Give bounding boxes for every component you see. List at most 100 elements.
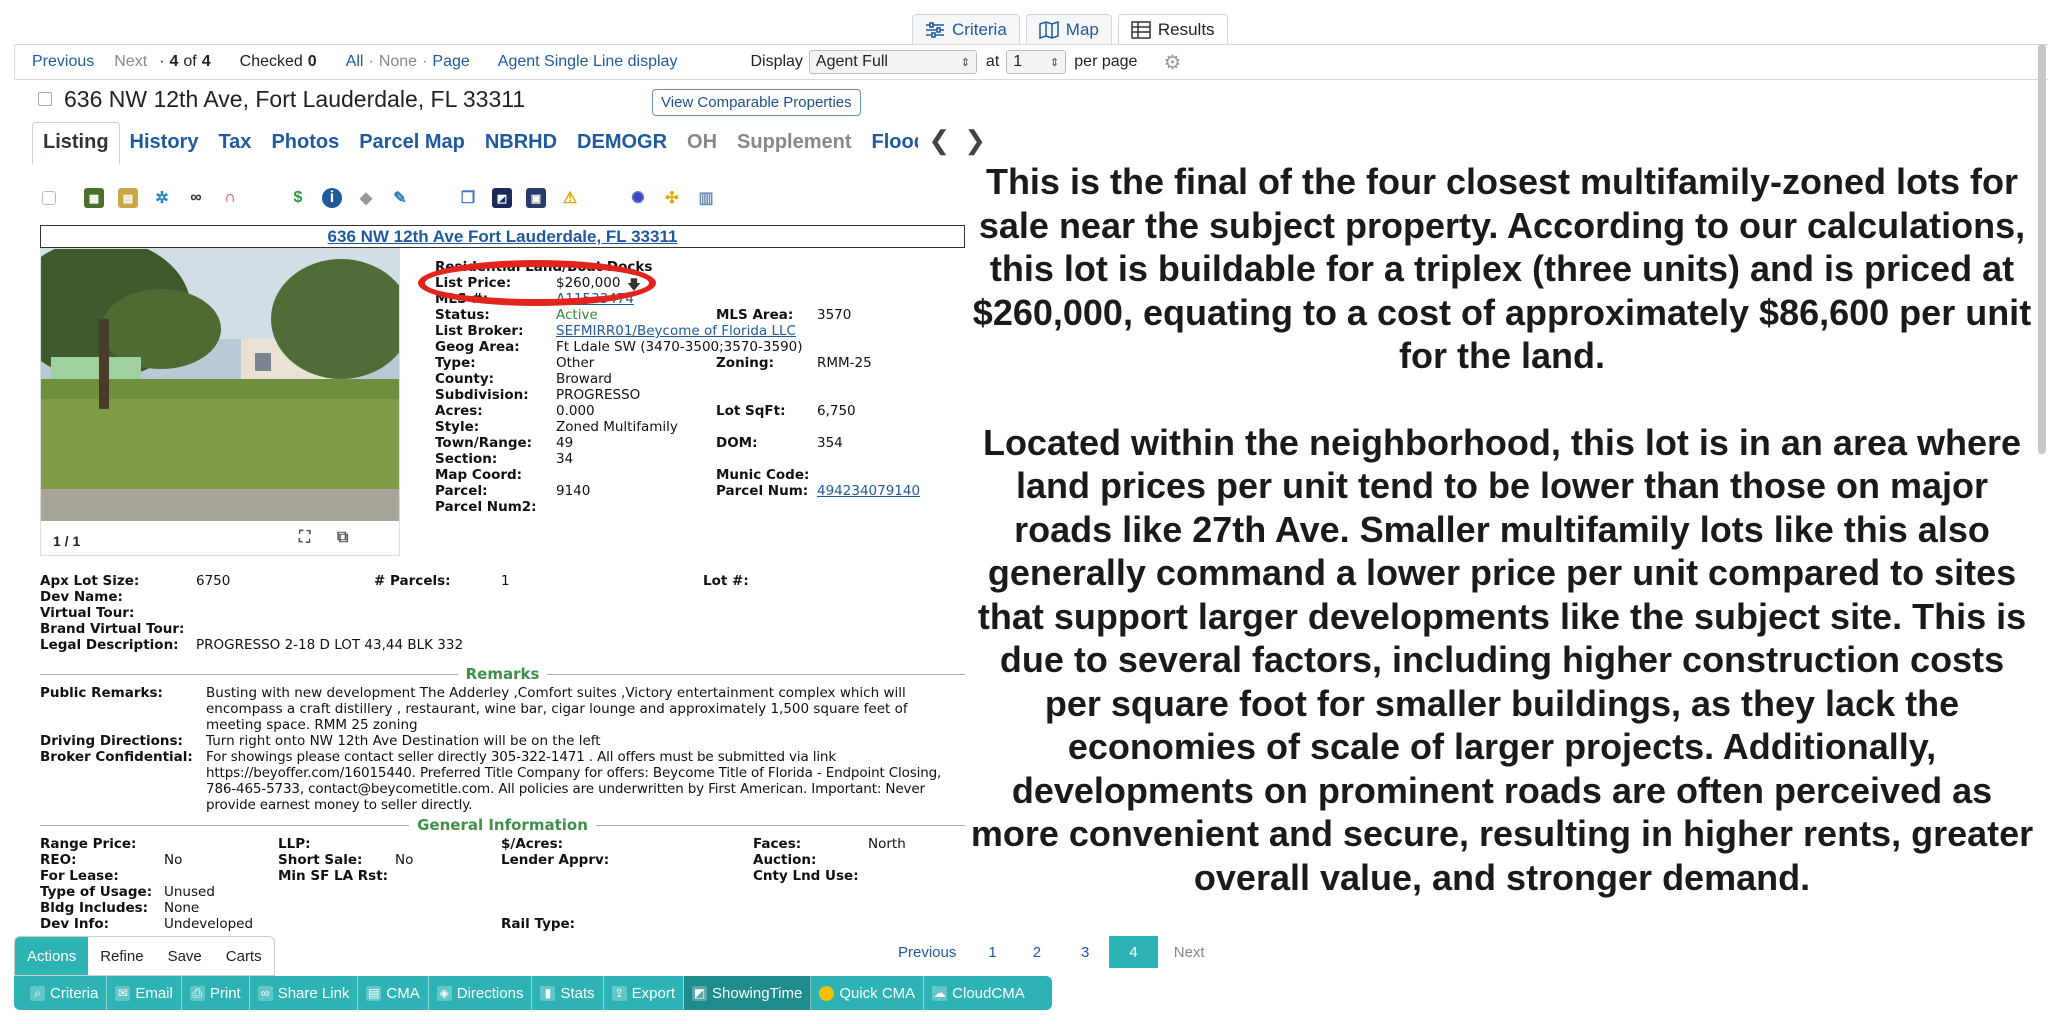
document-icon: ▤ <box>366 985 382 1001</box>
glasses-icon[interactable]: ∞ <box>186 188 206 208</box>
dom-value: 354 <box>817 435 843 451</box>
tab-flood-map[interactable]: Flood Ma <box>862 131 919 164</box>
chart-icon[interactable]: ◩ <box>492 188 512 208</box>
pager-page-4[interactable]: 4 <box>1109 936 1158 968</box>
mls-area-label: MLS Area: <box>716 307 794 323</box>
tab-criteria[interactable]: Criteria <box>912 14 1020 44</box>
tab-map[interactable]: Map <box>1025 14 1112 44</box>
share-link-action-button[interactable]: ∞ Share Link <box>250 976 359 1010</box>
zoning-value: RMM-25 <box>817 355 872 371</box>
stats-action-button[interactable]: ▮ Stats <box>532 976 604 1010</box>
previous-link[interactable]: Previous <box>32 53 94 71</box>
property-checkbox[interactable] <box>38 92 52 106</box>
pager-page-1[interactable]: 1 <box>972 936 1012 968</box>
dollar-icon[interactable]: $ <box>288 188 308 208</box>
select-page-link[interactable]: Page <box>432 53 469 71</box>
email-action-button[interactable]: ✉ Email <box>107 976 182 1010</box>
tab-parcel-map[interactable]: Parcel Map <box>349 131 475 164</box>
select-none-link[interactable]: None <box>379 53 417 71</box>
export-icon: ⇪ <box>611 985 627 1001</box>
tab-criteria-label: Criteria <box>952 19 1007 39</box>
tabs-prev-arrow-icon[interactable]: ❮ <box>918 125 960 164</box>
fullscreen-icon[interactable]: ⛶ <box>299 529 310 547</box>
tab-supplement[interactable]: Supplement <box>727 131 861 164</box>
tab-refine[interactable]: Refine <box>88 937 155 975</box>
tab-demogr[interactable]: DEMOGR <box>567 131 677 164</box>
pager-page-2[interactable]: 2 <box>1013 936 1061 968</box>
checked-label: Checked <box>239 53 303 70</box>
gallery-icon[interactable]: ▤ <box>118 188 138 208</box>
calendar-icon[interactable]: ▣ <box>526 188 546 208</box>
share-icon[interactable]: ✣ <box>662 188 682 208</box>
parcel-num-link[interactable]: 494234079140 <box>817 483 920 499</box>
next-link[interactable]: Next <box>114 53 147 71</box>
list-broker-label: List Broker: <box>435 323 524 339</box>
general-info-heading: General Information <box>40 815 966 835</box>
cloud-icon: ☁ <box>932 985 948 1001</box>
pager-page-3[interactable]: 3 <box>1061 936 1109 968</box>
share-link-action-label: Share Link <box>277 984 350 1002</box>
select-all-link[interactable]: All <box>346 53 364 71</box>
copy-icon[interactable]: ❐ <box>458 188 478 208</box>
settings-icon[interactable]: ✲ <box>152 188 172 208</box>
view-comparable-button[interactable]: View Comparable Properties <box>652 89 861 116</box>
pager-next[interactable]: Next <box>1158 936 1221 968</box>
tab-results[interactable]: Results <box>1117 14 1228 44</box>
tab-save[interactable]: Save <box>156 937 214 975</box>
cma-action-label: CMA <box>386 984 420 1002</box>
photo-icon[interactable]: ▦ <box>84 188 104 208</box>
quick-cma-action-button[interactable]: Quick CMA <box>811 976 925 1010</box>
showingtime-action-button[interactable]: ◩ ShowingTime <box>684 976 812 1010</box>
select-checkbox[interactable] <box>42 191 56 205</box>
directions-action-button[interactable]: ◈ Directions <box>429 976 533 1010</box>
print-action-button[interactable]: ⎙ Print <box>182 976 250 1010</box>
export-action-button[interactable]: ⇪ Export <box>604 976 684 1010</box>
gear-icon[interactable]: ⚙ <box>1163 50 1181 75</box>
type-value: Other <box>556 355 595 371</box>
public-remarks-label: Public Remarks: <box>40 685 163 701</box>
tab-listing[interactable]: Listing <box>32 122 120 164</box>
for-lease-label: For Lease: <box>40 868 119 884</box>
print-icon: ⎙ <box>189 985 205 1001</box>
property-photo[interactable] <box>41 249 399 521</box>
pager-previous[interactable]: Previous <box>882 936 972 968</box>
cloudcma-action-label: CloudCMA <box>952 984 1025 1002</box>
list-broker-link[interactable]: SEFMIRR01/Beycome of Florida LLC <box>556 323 796 339</box>
building-icon[interactable]: ▥ <box>696 188 716 208</box>
page-scrollbar[interactable] <box>2038 44 2046 454</box>
remarks-heading-text: Remarks <box>465 665 540 683</box>
price-per-acre-label: $/Acres: <box>501 836 564 852</box>
cma-action-button[interactable]: ▤ CMA <box>358 976 429 1010</box>
town-range-label: Town/Range: <box>435 435 533 451</box>
tab-tax[interactable]: Tax <box>208 131 261 164</box>
style-value: Zoned Multifamily <box>556 419 678 435</box>
cloudcma-action-button[interactable]: ☁ CloudCMA <box>924 976 1033 1010</box>
agent-single-line-link[interactable]: Agent Single Line display <box>498 53 678 71</box>
tools-icon[interactable]: ✎ <box>390 188 410 208</box>
tab-nbrhd[interactable]: NBRHD <box>475 131 567 164</box>
display-select[interactable]: Agent Full ⇕ <box>808 50 977 74</box>
select-caret-icon: ⇕ <box>960 56 970 69</box>
tab-photos[interactable]: Photos <box>261 131 349 164</box>
magnet-icon[interactable]: ∩ <box>220 188 240 208</box>
per-page-select[interactable]: 1 ⇕ <box>1006 50 1067 74</box>
munic-code-label: Munic Code: <box>716 467 810 483</box>
section-value: 34 <box>556 451 574 467</box>
per-page-label: per page <box>1074 53 1138 70</box>
listing-title-link[interactable]: 636 NW 12th Ave Fort Lauderdale, FL 3331… <box>40 225 965 248</box>
copy-photo-icon[interactable]: ⧉ <box>337 529 348 547</box>
tab-oh[interactable]: OH <box>677 131 727 164</box>
photo-counter: 1 / 1 <box>53 533 81 549</box>
action-bar: ⌕ Criteria ✉ Email ⎙ Print ∞ Share Link ▤ CMA… <box>14 976 1052 1010</box>
tab-history[interactable]: History <box>120 131 209 164</box>
reo-label: REO: <box>40 852 77 868</box>
bldg-includes-value: None <box>164 900 200 916</box>
car-icon[interactable]: ◆ <box>356 188 376 208</box>
tab-carts[interactable]: Carts <box>214 937 274 975</box>
globe-icon[interactable]: ✺ <box>628 188 648 208</box>
tabs-next-arrow-icon[interactable]: ❯ <box>960 125 996 164</box>
criteria-action-button[interactable]: ⌕ Criteria <box>22 976 108 1010</box>
warning-icon[interactable]: ⚠ <box>560 188 580 208</box>
info-icon[interactable]: i <box>322 188 342 208</box>
tab-actions[interactable]: Actions <box>15 937 89 975</box>
